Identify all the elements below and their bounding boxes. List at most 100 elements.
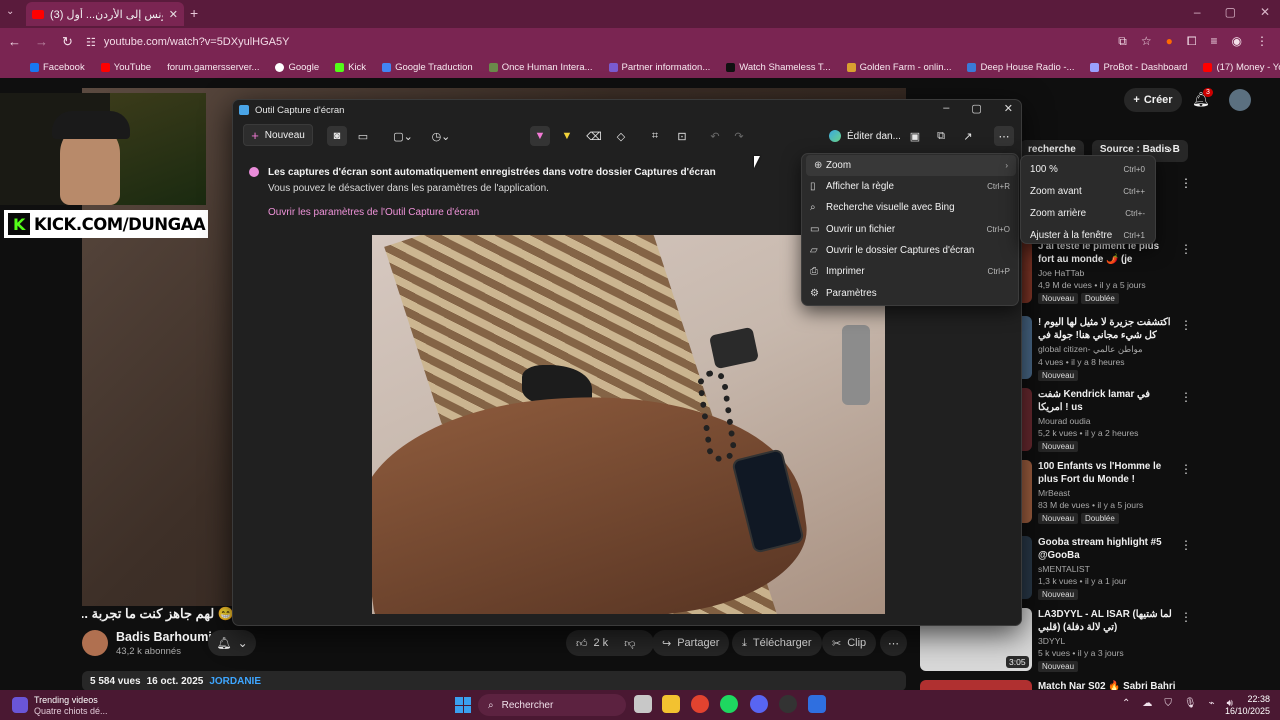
bookmark-star-icon[interactable]: ☆ bbox=[1141, 34, 1152, 49]
bookmark-once-human[interactable]: Once Human Intera... bbox=[488, 62, 593, 73]
menu-item-open-folder[interactable]: ▱ Ouvrir le dossier Captures d'écran bbox=[802, 240, 1018, 261]
zoom-in[interactable]: Zoom avant Ctrl++ bbox=[1021, 180, 1155, 202]
snipping-tool-taskbar-icon[interactable] bbox=[808, 695, 826, 713]
menu-item-ruler[interactable]: ▯ Afficher la règle Ctrl+R bbox=[802, 176, 1018, 197]
discord-icon[interactable] bbox=[750, 695, 768, 713]
maximize-icon[interactable]: ▢ bbox=[1225, 5, 1236, 19]
clip-button[interactable]: ✂ Clip bbox=[822, 630, 877, 656]
tab-search-icon[interactable]: ⌄ bbox=[6, 6, 14, 17]
kebab-menu-icon[interactable]: ⋮ bbox=[1180, 242, 1192, 256]
hashtag-link[interactable]: JORDANIE bbox=[209, 676, 261, 687]
like-dislike-button[interactable]: 👍︎ 2 k 👎︎ bbox=[566, 630, 654, 656]
spotify-icon[interactable] bbox=[720, 695, 738, 713]
microphone-icon[interactable]: 🎙︎ bbox=[1184, 698, 1197, 709]
bookmark-youtube[interactable]: YouTube bbox=[100, 62, 151, 73]
minimize-icon[interactable]: – bbox=[1194, 5, 1201, 19]
vpn-icon[interactable]: ⛉ bbox=[1164, 698, 1172, 709]
bookmark-probot[interactable]: ProBot - Dashboard bbox=[1090, 62, 1187, 73]
steam-icon[interactable] bbox=[779, 695, 797, 713]
video-description-box[interactable]: 5 584 vues 16 oct. 2025 JORDANIE bbox=[82, 671, 906, 691]
recommendation-item[interactable]: Match Nar S02 🔥 Sabri Bahri bbox=[920, 680, 1260, 690]
bookmark-golden-farm[interactable]: Golden Farm - onlin... bbox=[846, 62, 951, 73]
open-settings-link[interactable]: Ouvrir les paramètres de l'Outil Capture… bbox=[268, 207, 479, 218]
screenshot-mode-icon[interactable]: ◙ bbox=[327, 126, 347, 146]
undo-icon[interactable]: ↶ bbox=[705, 126, 725, 146]
address-bar[interactable]: ☷ youtube.com/watch?v=5DXyulHGA5Y bbox=[86, 32, 1136, 52]
eraser-icon[interactable]: ⌫ bbox=[584, 126, 604, 146]
more-options-icon[interactable]: ⋯ bbox=[994, 126, 1014, 146]
extension-icon[interactable]: ● bbox=[1166, 34, 1173, 49]
menu-item-settings[interactable]: ⚙ Paramètres bbox=[802, 283, 1018, 304]
kebab-menu-icon[interactable]: ⋮ bbox=[1180, 390, 1192, 404]
menu-item-print[interactable]: ⎙ Imprimer Ctrl+P bbox=[802, 261, 1018, 282]
minimize-icon[interactable]: – bbox=[943, 102, 949, 115]
forward-icon[interactable]: → bbox=[35, 34, 48, 50]
kebab-menu-icon[interactable]: ⋮ bbox=[1180, 538, 1192, 552]
account-avatar[interactable] bbox=[1229, 89, 1251, 111]
close-window-icon[interactable]: ✕ bbox=[1260, 5, 1270, 19]
chevron-up-icon[interactable]: ⌃ bbox=[1122, 698, 1130, 709]
start-windows-icon[interactable] bbox=[455, 697, 471, 713]
bookmark-money[interactable]: (17) Money - YouTu... bbox=[1203, 62, 1280, 73]
widgets-button[interactable]: Trending videos Quatre chiots dé... bbox=[12, 693, 142, 717]
maximize-icon[interactable]: ▢ bbox=[971, 102, 981, 115]
ballpoint-pen-icon[interactable]: ▼ bbox=[530, 126, 550, 146]
bookmark-shameless[interactable]: Watch Shameless T... bbox=[726, 62, 831, 73]
active-tab[interactable]: من تونس إلى الأردن... أول (3) 😁 ✕ bbox=[26, 2, 184, 26]
bookmark-forum[interactable]: forum.gamersserver... bbox=[167, 62, 259, 73]
more-actions-button[interactable]: ⋯ bbox=[880, 630, 907, 656]
system-clock[interactable]: 22:38 16/10/2025 bbox=[1225, 693, 1270, 717]
highlighter-icon[interactable]: ▼ bbox=[557, 126, 577, 146]
kebab-menu-icon[interactable]: ⋮ bbox=[1180, 610, 1192, 624]
video-record-icon[interactable]: ▭ bbox=[353, 126, 373, 146]
browser-menu-icon[interactable]: ⋮ bbox=[1256, 34, 1268, 49]
file-explorer-icon[interactable] bbox=[662, 695, 680, 713]
zoom-out[interactable]: Zoom arrière Ctrl+- bbox=[1021, 202, 1155, 224]
text-actions-icon[interactable]: ⊡ bbox=[672, 126, 692, 146]
extensions-puzzle-icon[interactable]: ⧠ bbox=[1187, 34, 1197, 49]
task-view-icon[interactable] bbox=[634, 695, 652, 713]
network-icon[interactable]: ⌁ bbox=[1209, 698, 1215, 709]
close-tab-icon[interactable]: ✕ bbox=[169, 8, 178, 21]
back-icon[interactable]: ← bbox=[8, 34, 21, 50]
bookmark-facebook[interactable]: Facebook bbox=[30, 62, 85, 73]
kebab-menu-icon[interactable]: ⋮ bbox=[1180, 318, 1192, 332]
channel-avatar[interactable] bbox=[82, 630, 108, 656]
new-capture-button[interactable]: + Nouveau bbox=[243, 124, 313, 146]
menu-item-open-file[interactable]: ▭ Ouvrir un fichier Ctrl+O bbox=[802, 219, 1018, 240]
create-button[interactable]: + Créer bbox=[1124, 88, 1182, 112]
bookmark-google[interactable]: Google bbox=[275, 62, 319, 73]
site-info-icon[interactable]: ☷ bbox=[86, 36, 96, 49]
taskbar-search[interactable]: ⌕ Rechercher bbox=[478, 694, 626, 716]
edit-in-app-button[interactable]: Éditer dan... bbox=[829, 126, 901, 146]
thumbs-down-icon[interactable]: 👎︎ bbox=[624, 637, 635, 650]
bookmark-google-traduction[interactable]: Google Traduction bbox=[382, 62, 473, 73]
share-icon[interactable]: ↗ bbox=[958, 126, 978, 146]
snip-shape-dropdown-icon[interactable]: ▢⌄ bbox=[389, 126, 417, 146]
reload-icon[interactable]: ↻ bbox=[62, 34, 73, 50]
delay-timer-dropdown-icon[interactable]: ◷⌄ bbox=[427, 126, 455, 146]
menu-item-visual-search[interactable]: ⌕ Recherche visuelle avec Bing bbox=[802, 197, 1018, 218]
copy-icon[interactable]: ⧉ bbox=[931, 126, 951, 146]
bookmark-deep-house[interactable]: Deep House Radio -... bbox=[967, 62, 1074, 73]
chevron-right-icon[interactable]: › bbox=[1168, 142, 1172, 156]
install-app-icon[interactable]: ⧉ bbox=[1118, 34, 1127, 49]
redo-icon[interactable]: ↷ bbox=[729, 126, 749, 146]
share-button[interactable]: ↪ Partager bbox=[652, 630, 730, 656]
subscribe-notifications-button[interactable]: 🔔︎ ⌄ bbox=[208, 630, 256, 656]
reading-list-icon[interactable]: ≡ bbox=[1211, 34, 1218, 49]
profile-icon[interactable]: ◉ bbox=[1232, 34, 1242, 49]
menu-item-zoom[interactable]: ⊕ Zoom › bbox=[806, 155, 1016, 176]
close-window-icon[interactable]: ✕ bbox=[1004, 102, 1013, 115]
crop-icon[interactable]: ⌗ bbox=[645, 126, 665, 146]
download-button[interactable]: ⤓ Télécharger bbox=[732, 630, 822, 656]
channel-name[interactable]: Badis Barhoumi bbox=[116, 630, 212, 644]
kebab-menu-icon[interactable]: ⋮ bbox=[1180, 462, 1192, 476]
chrome-icon[interactable] bbox=[691, 695, 709, 713]
zoom-100[interactable]: 100 % Ctrl+0 bbox=[1021, 158, 1155, 180]
shapes-icon[interactable]: ◇ bbox=[611, 126, 631, 146]
new-tab-icon[interactable]: + bbox=[190, 5, 198, 21]
onedrive-icon[interactable]: ☁ bbox=[1142, 698, 1152, 709]
kebab-menu-icon[interactable]: ⋮ bbox=[1180, 176, 1192, 190]
bookmark-kick[interactable]: Kick bbox=[335, 62, 366, 73]
